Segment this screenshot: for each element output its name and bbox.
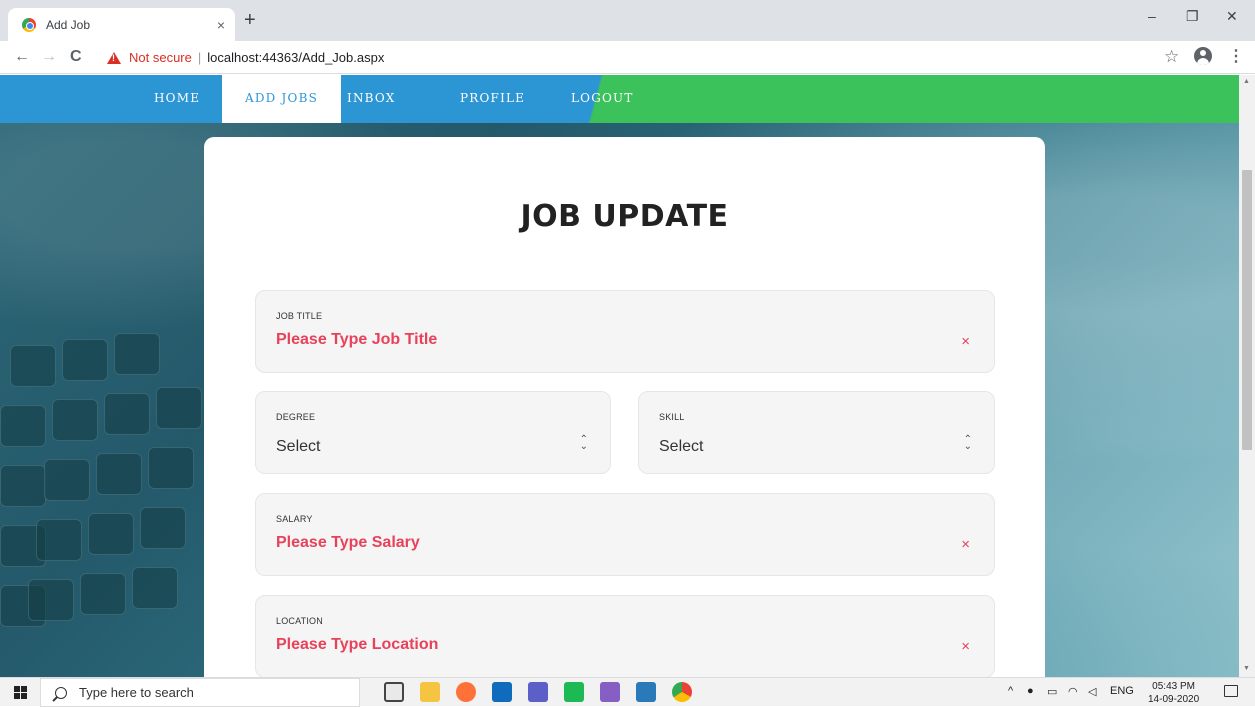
new-tab-button[interactable]: +	[244, 10, 256, 30]
nav-inbox[interactable]: INBOX	[324, 75, 418, 123]
bookmark-star-icon[interactable]: ☆	[1164, 47, 1179, 67]
scroll-thumb[interactable]	[1242, 170, 1252, 450]
notification-icon[interactable]	[1224, 685, 1238, 697]
browser-menu-icon[interactable]: ⋮	[1228, 46, 1244, 66]
warning-icon	[107, 51, 121, 64]
job-form-card: JOB UPDATE JOB TITLE Please Type Job Tit…	[204, 137, 1045, 677]
language-indicator[interactable]: ENG	[1110, 685, 1134, 697]
search-icon	[55, 686, 67, 699]
scroll-down-icon[interactable]: ▼	[1243, 665, 1250, 672]
wifi-icon[interactable]: ◠	[1068, 685, 1078, 698]
back-button[interactable]: ←	[14, 48, 30, 66]
tray-overflow-icon[interactable]: ^	[1008, 685, 1013, 697]
salary-input[interactable]: Please Type Salary	[276, 534, 420, 552]
browser-tab[interactable]: Add Job ×	[8, 8, 235, 41]
select-arrows-icon: ⌃ ⌄	[579, 434, 588, 452]
select-arrows-icon: ⌃ ⌄	[963, 434, 972, 452]
task-view-icon[interactable]	[384, 682, 404, 702]
salary-field[interactable]: SALARY Please Type Salary ×	[255, 493, 995, 576]
windows-taskbar: Type here to search ^ ● ▭ ◠ ◁ ENG 05:43 …	[0, 677, 1255, 707]
visual-studio-icon[interactable]	[600, 682, 620, 702]
url-omnibox[interactable]: Not secure | localhost:44363/Add_Job.asp…	[107, 45, 1137, 70]
job-title-label: JOB TITLE	[276, 311, 323, 321]
taskbar-search-placeholder: Type here to search	[79, 685, 194, 700]
volume-icon[interactable]: ◁	[1088, 685, 1096, 698]
keyboard-decoration	[0, 325, 202, 675]
chrome-icon[interactable]	[672, 682, 692, 702]
chrome-favicon-icon	[22, 17, 36, 32]
windows-start-icon[interactable]	[14, 686, 27, 699]
mail-icon[interactable]	[492, 682, 512, 702]
battery-icon[interactable]: ▭	[1047, 685, 1057, 698]
skill-select[interactable]: Select	[659, 438, 703, 456]
location-field[interactable]: LOCATION Please Type Location ×	[255, 595, 995, 677]
skill-field[interactable]: SKILL Select ⌃ ⌄	[638, 391, 995, 474]
url-text[interactable]: localhost:44363/Add_Job.aspx	[207, 50, 384, 65]
forward-button[interactable]: →	[41, 48, 57, 66]
address-bar: ← → C Not secure | localhost:44363/Add_J…	[0, 41, 1255, 74]
degree-field[interactable]: DEGREE Select ⌃ ⌄	[255, 391, 611, 474]
nav-profile[interactable]: PROFILE	[437, 75, 548, 123]
spotify-icon[interactable]	[564, 682, 584, 702]
clock-date: 14-09-2020	[1148, 694, 1200, 705]
job-title-input[interactable]: Please Type Job Title	[276, 331, 437, 349]
nav-home[interactable]: HOME	[131, 75, 223, 123]
firefox-icon[interactable]	[456, 682, 476, 702]
salary-label: SALARY	[276, 514, 313, 524]
location-clear-icon[interactable]: ×	[961, 638, 970, 655]
job-title-clear-icon[interactable]: ×	[961, 333, 970, 350]
main-navbar: HOME ADD JOBS INBOX PROFILE LOGOUT	[0, 75, 1239, 123]
page-scrollbar[interactable]: ▲ ▼	[1239, 75, 1255, 677]
page-viewport: HOME ADD JOBS INBOX PROFILE LOGOUT JOB U…	[0, 75, 1239, 677]
form-title: JOB UPDATE	[520, 199, 729, 234]
salary-clear-icon[interactable]: ×	[961, 536, 970, 553]
location-label: LOCATION	[276, 616, 323, 626]
file-explorer-icon[interactable]	[420, 682, 440, 702]
browser-tab-strip: Add Job × + – ❐ ✕	[0, 0, 1255, 41]
tab-close-icon[interactable]: ×	[217, 17, 225, 33]
microphone-icon[interactable]: ●	[1027, 685, 1034, 697]
photos-icon[interactable]	[636, 682, 656, 702]
url-separator: |	[197, 50, 202, 65]
minimize-button[interactable]: –	[1148, 8, 1156, 24]
skill-label: SKILL	[659, 412, 685, 422]
location-input[interactable]: Please Type Location	[276, 636, 438, 654]
scroll-up-icon[interactable]: ▲	[1243, 78, 1250, 85]
clock-time: 05:43 PM	[1152, 681, 1195, 692]
profile-avatar-icon[interactable]	[1194, 47, 1212, 65]
reload-button[interactable]: C	[70, 48, 82, 66]
job-title-field[interactable]: JOB TITLE Please Type Job Title ×	[255, 290, 995, 373]
teams-icon[interactable]	[528, 682, 548, 702]
taskbar-search[interactable]: Type here to search	[40, 678, 360, 707]
degree-label: DEGREE	[276, 412, 316, 422]
maximize-button[interactable]: ❐	[1186, 8, 1199, 25]
degree-select[interactable]: Select	[276, 438, 320, 456]
security-status[interactable]: Not secure	[129, 50, 192, 65]
tab-title: Add Job	[46, 17, 91, 32]
nav-logout[interactable]: LOGOUT	[548, 75, 657, 123]
taskbar-clock[interactable]: 05:43 PM 14-09-2020	[1148, 680, 1199, 706]
window-close-button[interactable]: ✕	[1226, 8, 1238, 25]
